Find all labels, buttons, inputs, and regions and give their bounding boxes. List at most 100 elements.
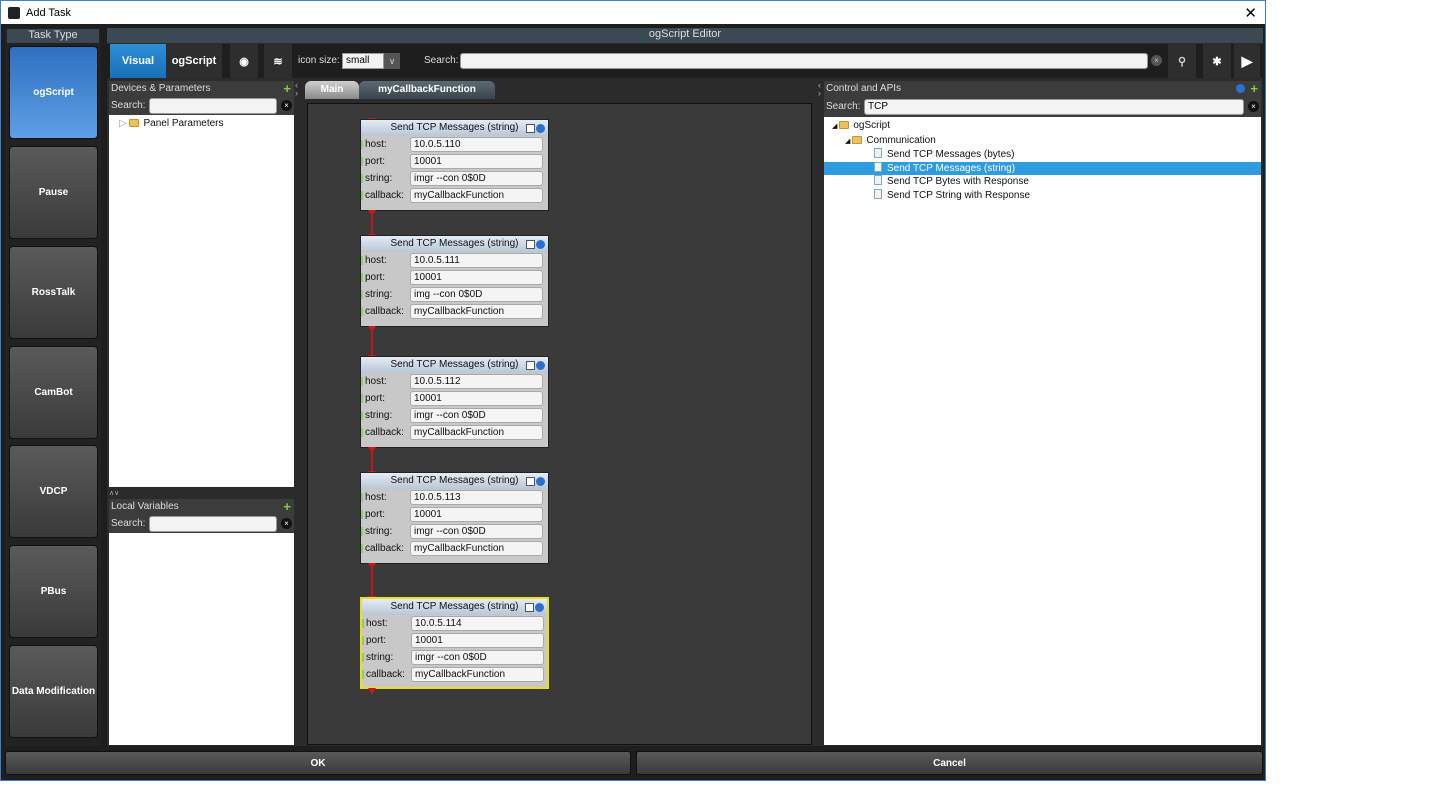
edit-icon[interactable] xyxy=(525,240,535,249)
apis-search-input[interactable]: TCP xyxy=(864,99,1244,115)
param-label: host: xyxy=(366,618,388,629)
param-row-host: host: 10.0.5.112 xyxy=(361,373,548,390)
visual-canvas[interactable]: Send TCP Messages (string) host: 10.0.5.11… xyxy=(307,103,812,745)
tree-item-ogscript[interactable]: ◢ ogScript xyxy=(824,119,1261,134)
block-title-text: Send TCP Messages (string) xyxy=(390,601,519,612)
folder-open-icon xyxy=(852,135,863,144)
send-tcp-block[interactable]: Send TCP Messages (string) host: 10.0.5.11… xyxy=(360,356,549,448)
port-input[interactable]: 10001 xyxy=(411,633,544,648)
edit-icon[interactable] xyxy=(525,124,535,133)
run-play-icon[interactable]: ▶ xyxy=(1234,44,1260,78)
devices-search-input[interactable] xyxy=(149,98,277,114)
search-icon[interactable]: ⚲ xyxy=(1168,44,1196,78)
add-icon[interactable]: + xyxy=(1250,81,1258,96)
host-input[interactable]: 10.0.5.112 xyxy=(410,374,543,389)
flow-connector xyxy=(371,449,373,472)
add-icon[interactable]: + xyxy=(283,499,291,514)
port-input[interactable]: 10001 xyxy=(410,270,543,285)
host-input[interactable]: 10.0.5.113 xyxy=(410,490,543,505)
param-label: host: xyxy=(365,492,387,503)
param-row-string: string: img --con 0$0D xyxy=(361,286,548,303)
param-row-callback: callback: myCallbackFunction xyxy=(361,187,548,204)
host-input[interactable]: 10.0.5.110 xyxy=(410,137,543,152)
add-icon[interactable]: + xyxy=(283,81,291,96)
send-tcp-block[interactable]: Send TCP Messages (string) host: 10.0.5.11… xyxy=(360,472,549,564)
param-label: callback: xyxy=(366,669,405,680)
tab-main[interactable]: Main xyxy=(305,81,359,99)
devices-parameters-panel: Devices & Parameters + Search: × ▷ Panel … xyxy=(109,81,294,487)
splitter-handle[interactable]: ∧∨ xyxy=(109,489,294,497)
string-input[interactable]: imgr --con 0$0D xyxy=(410,171,543,186)
task-type-pbus[interactable]: PBus xyxy=(9,545,98,638)
help-icon[interactable] xyxy=(535,124,545,133)
string-input[interactable]: imgr --con 0$0D xyxy=(410,408,543,423)
visual-tab[interactable]: Visual xyxy=(110,44,166,78)
callback-input[interactable]: myCallbackFunction xyxy=(410,541,543,556)
param-label: callback: xyxy=(365,306,404,317)
chevron-down-icon[interactable]: ∨ xyxy=(384,53,400,69)
send-tcp-block[interactable]: Send TCP Messages (string) host: 10.0.5.11… xyxy=(360,235,549,327)
api-item-selected[interactable]: Send TCP Messages (string) xyxy=(824,161,1261,175)
help-icon[interactable] xyxy=(1236,84,1245,93)
host-input[interactable]: 10.0.5.111 xyxy=(410,253,543,268)
flow-connector xyxy=(371,212,373,235)
param-label: string: xyxy=(365,410,393,421)
string-input[interactable]: imgr --con 0$0D xyxy=(411,650,544,665)
help-icon[interactable] xyxy=(535,361,545,370)
api-item[interactable]: Send TCP Bytes with Response xyxy=(824,175,1261,189)
string-input[interactable]: img --con 0$0D xyxy=(410,287,543,302)
help-icon[interactable] xyxy=(535,240,545,249)
task-type-vdcp[interactable]: VDCP xyxy=(9,445,98,538)
clear-search-icon[interactable]: × xyxy=(281,100,292,111)
tree-item-communication[interactable]: ◢ Communication xyxy=(824,134,1261,149)
eye-icon[interactable]: ◉ xyxy=(230,44,258,78)
edit-icon[interactable] xyxy=(525,361,535,370)
api-item[interactable]: Send TCP String with Response xyxy=(824,188,1261,203)
callback-input[interactable]: myCallbackFunction xyxy=(410,188,543,203)
callback-input[interactable]: myCallbackFunction xyxy=(411,667,544,682)
block-title: Send TCP Messages (string) xyxy=(361,473,548,489)
callback-input[interactable]: myCallbackFunction xyxy=(410,304,543,319)
clear-search-icon[interactable]: × xyxy=(1248,101,1259,112)
param-label: port: xyxy=(365,393,386,404)
port-input[interactable]: 10001 xyxy=(410,154,543,169)
send-tcp-block[interactable]: Send TCP Messages (string) host: 10.0.5.11… xyxy=(360,597,549,689)
tab-mycallbackfunction[interactable]: myCallbackFunction xyxy=(359,81,495,99)
clear-search-icon[interactable]: × xyxy=(1151,55,1162,66)
help-icon[interactable] xyxy=(535,477,545,486)
control-apis-panel: Control and APIs + Search: TCP × ◢ ogScri… xyxy=(824,81,1261,745)
debug-bug-icon[interactable]: ✱ xyxy=(1203,44,1231,78)
collapse-left-icon[interactable]: ‹ › xyxy=(295,81,303,98)
host-input[interactable]: 10.0.5.114 xyxy=(411,616,544,631)
close-icon[interactable]: ✕ xyxy=(1244,4,1257,22)
edit-icon[interactable] xyxy=(525,477,535,486)
block-title-text: Send TCP Messages (string) xyxy=(390,238,519,249)
cancel-button[interactable]: Cancel xyxy=(636,751,1263,775)
flow-output-arrow xyxy=(368,688,376,694)
task-type-pause[interactable]: Pause xyxy=(9,146,98,239)
ok-button[interactable]: OK xyxy=(5,751,631,775)
block-title: Send TCP Messages (string) xyxy=(362,599,547,615)
port-input[interactable]: 10001 xyxy=(410,391,543,406)
editor-search-input[interactable] xyxy=(460,53,1148,69)
port-input[interactable]: 10001 xyxy=(410,507,543,522)
task-type-data-modification[interactable]: Data Modification xyxy=(9,645,98,738)
devices-title: Devices & Parameters xyxy=(111,83,211,94)
icon-size-select[interactable]: small xyxy=(342,53,384,69)
ogscript-tab[interactable]: ogScript xyxy=(166,44,222,78)
task-type-rosstalk[interactable]: RossTalk xyxy=(9,246,98,339)
param-row-callback: callback: myCallbackFunction xyxy=(362,666,547,683)
string-input[interactable]: imgr --con 0$0D xyxy=(410,524,543,539)
locals-search-input[interactable] xyxy=(149,516,277,532)
callback-input[interactable]: myCallbackFunction xyxy=(410,425,543,440)
send-tcp-block[interactable]: Send TCP Messages (string) host: 10.0.5.11… xyxy=(360,119,549,211)
help-icon[interactable] xyxy=(534,603,544,612)
edit-icon[interactable] xyxy=(524,603,534,612)
clear-search-icon[interactable]: × xyxy=(281,518,292,529)
task-type-cambot[interactable]: CamBot xyxy=(9,346,98,439)
layers-icon[interactable]: ≋ xyxy=(264,44,292,78)
api-item[interactable]: Send TCP Messages (bytes) xyxy=(824,148,1261,162)
tree-item[interactable]: ▷ Panel Parameters xyxy=(119,117,284,131)
task-type-ogscript[interactable]: ogScript xyxy=(9,46,98,139)
param-row-port: port: 10001 xyxy=(361,390,548,407)
